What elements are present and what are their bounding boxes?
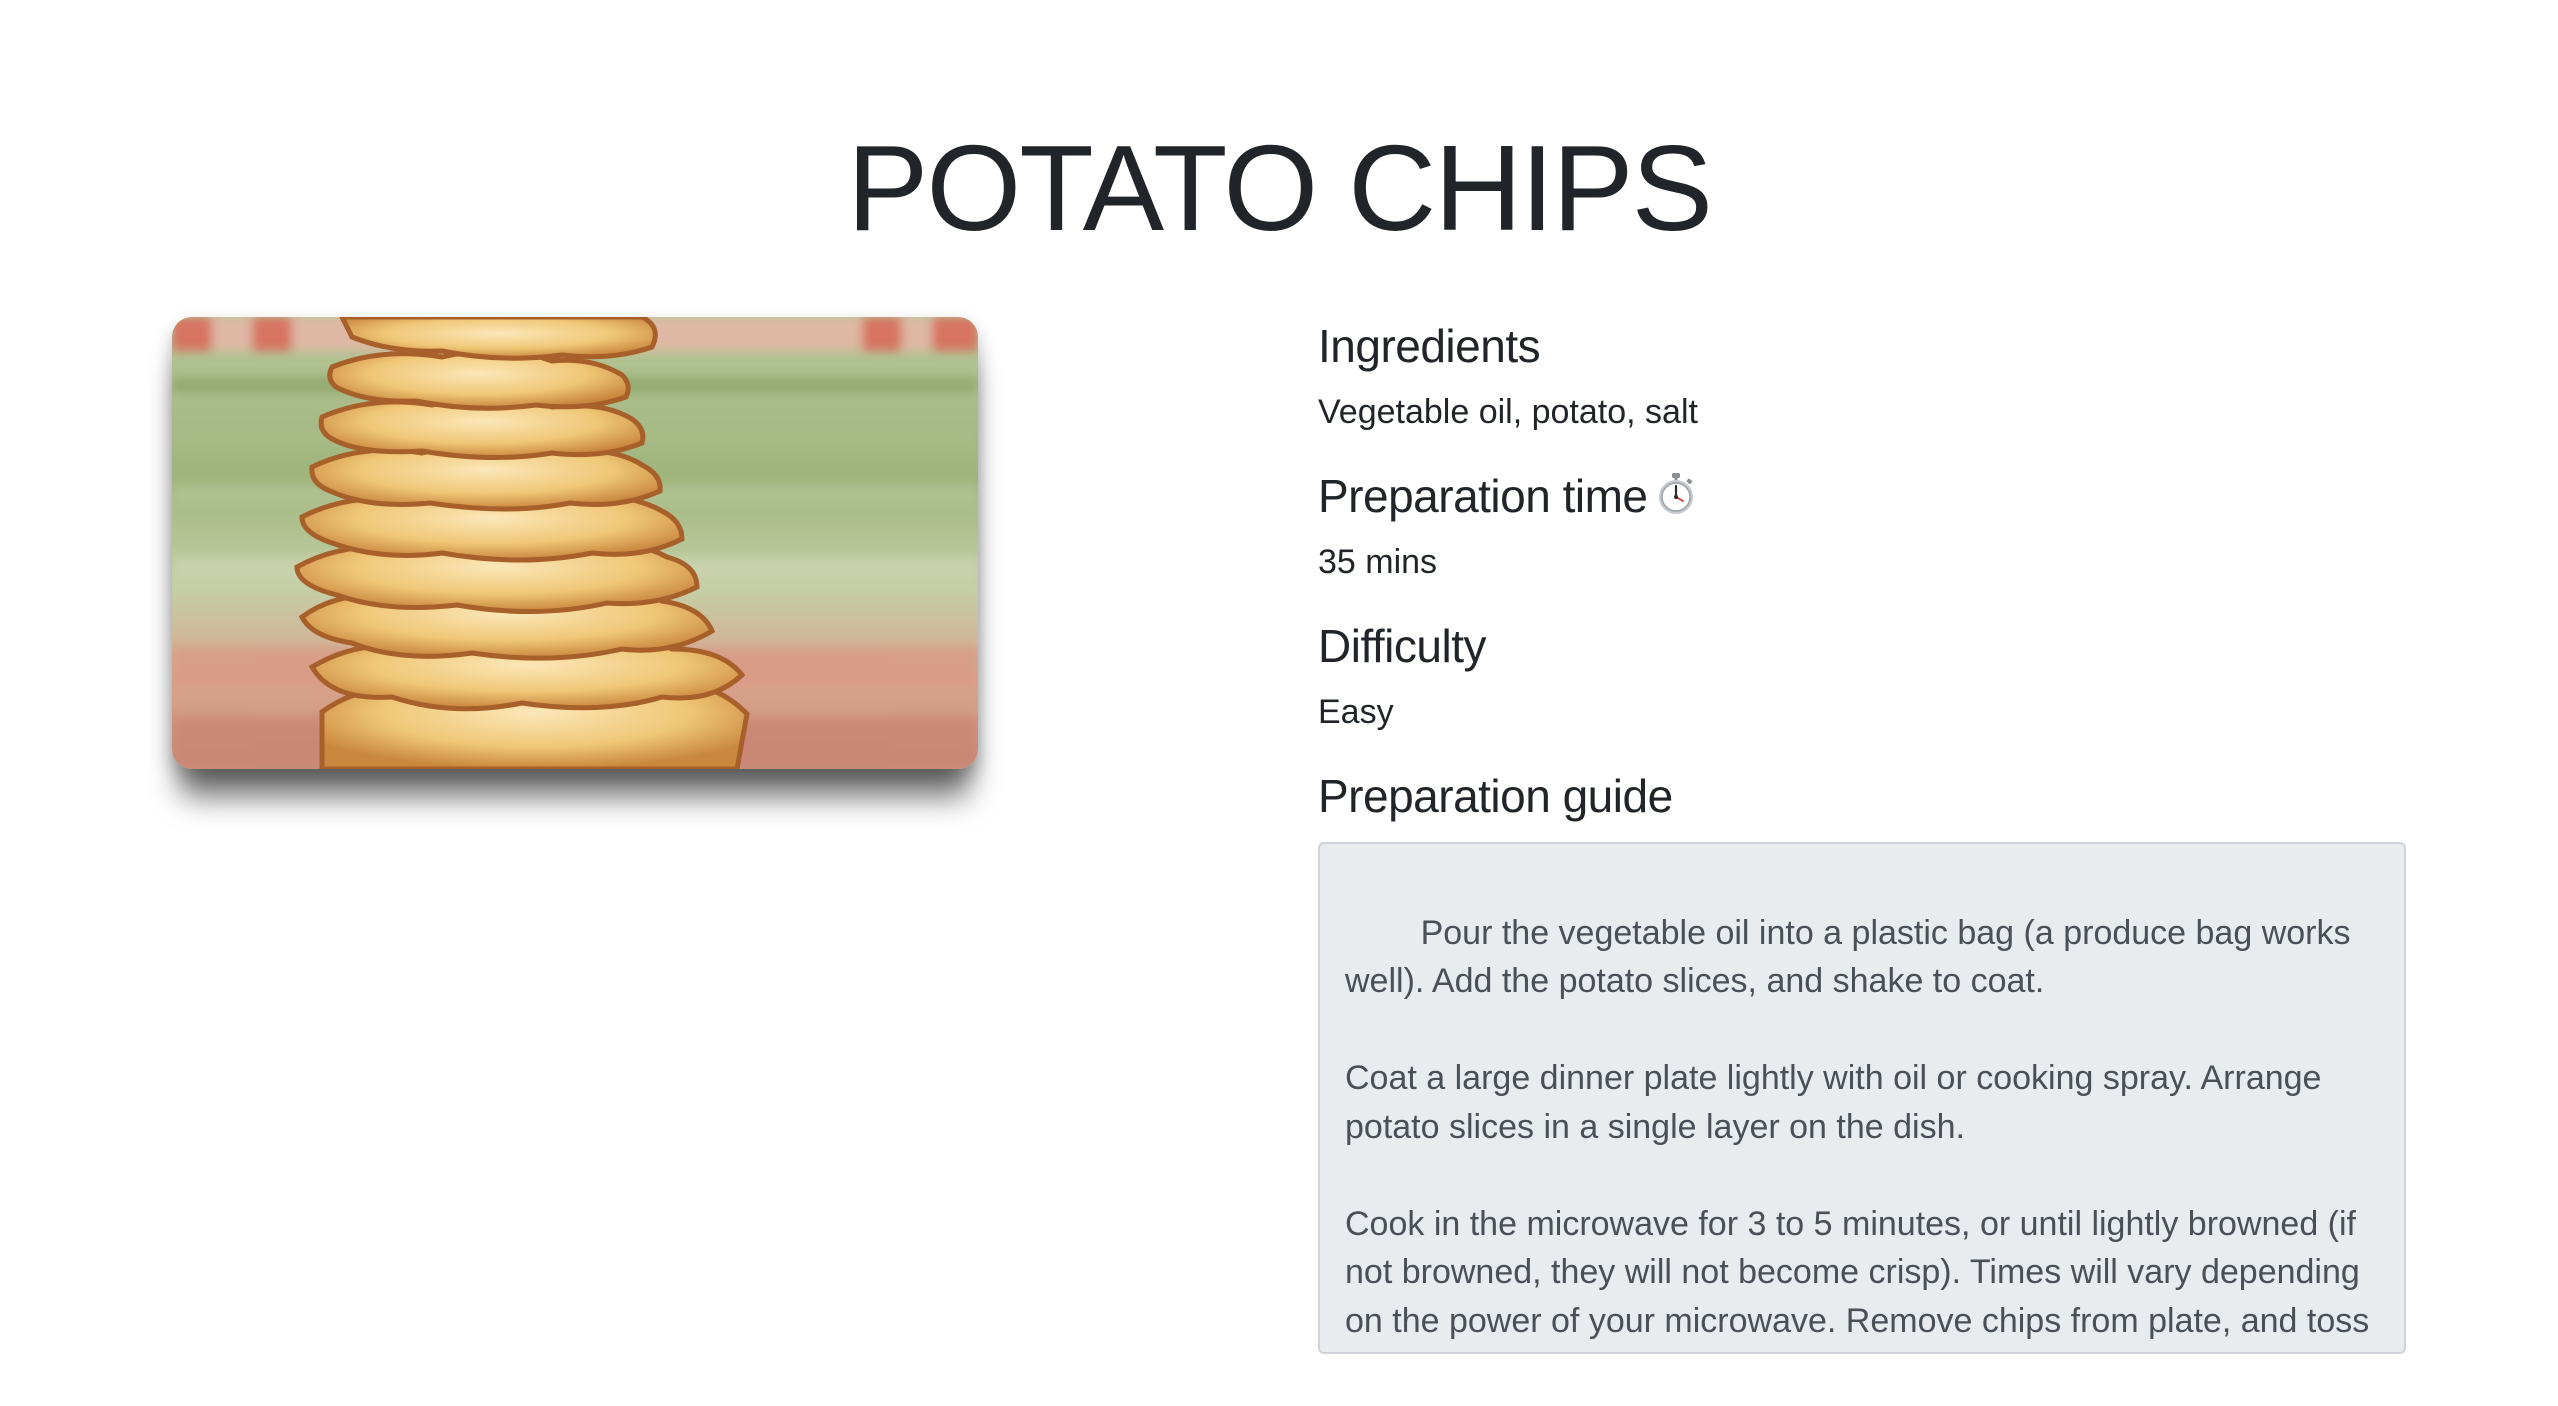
preparation-time-value: 35 mins bbox=[1318, 543, 1438, 581]
page-title: POTATO CHIPS bbox=[846, 120, 1713, 256]
ingredients-value: Vegetable oil, potato, salt bbox=[1318, 393, 1698, 431]
preparation-time-heading: Preparation time bbox=[1318, 468, 2408, 524]
preparation-time-section: Preparation time 35 mins bbox=[1318, 468, 2408, 584]
preparation-guide-heading: Preparation guide bbox=[1318, 770, 1673, 822]
difficulty-heading: Difficulty bbox=[1318, 620, 1486, 672]
preparation-time-heading-label: Preparation time bbox=[1318, 470, 1648, 522]
preparation-guide-text: Pour the vegetable oil into a plastic ba… bbox=[1345, 913, 2370, 1353]
recipe-page: POTATO CHIPS Ingredients Vegetable oil, … bbox=[0, 0, 2558, 1406]
recipe-photo bbox=[172, 317, 978, 769]
ingredients-section: Ingredients Vegetable oil, potato, salt bbox=[1318, 318, 2408, 434]
difficulty-value: Easy bbox=[1318, 693, 1394, 731]
preparation-guide-textarea[interactable]: Pour the vegetable oil into a plastic ba… bbox=[1318, 842, 2406, 1354]
recipe-details: Ingredients Vegetable oil, potato, salt … bbox=[1318, 318, 2408, 1388]
difficulty-section: Difficulty Easy bbox=[1318, 618, 2408, 734]
resize-handle-icon[interactable] bbox=[2386, 1334, 2402, 1350]
preparation-guide-section: Preparation guide Pour the vegetable oil… bbox=[1318, 768, 2408, 1354]
ingredients-heading: Ingredients bbox=[1318, 320, 1541, 372]
stopwatch-icon bbox=[1654, 472, 1698, 516]
